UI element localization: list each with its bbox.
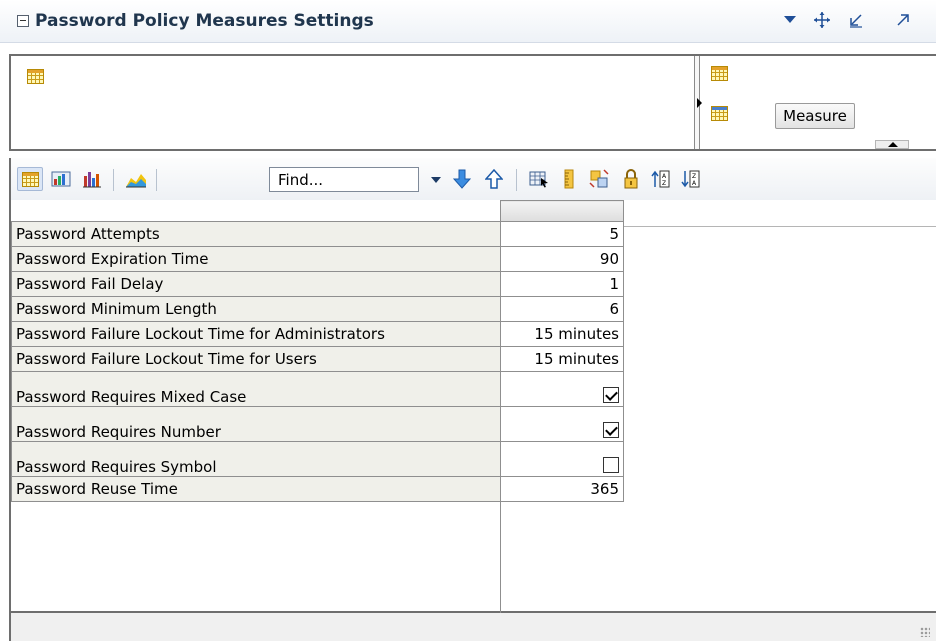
minimize-icon[interactable] xyxy=(846,10,866,30)
symbol-checkbox[interactable] xyxy=(603,457,619,473)
table-header-row xyxy=(11,200,624,222)
find-next-button[interactable] xyxy=(449,167,475,191)
panel-header: Password Policy Measures Settings xyxy=(0,0,936,43)
panel-menu-chevron-down-icon[interactable] xyxy=(780,10,800,30)
chart-table-icon xyxy=(51,171,71,187)
table-row: Password Attempts 5 xyxy=(11,221,624,247)
row-label[interactable]: Password Requires Mixed Case xyxy=(11,371,501,407)
chart-table-view-button[interactable] xyxy=(48,167,74,191)
table-row: Password Requires Number xyxy=(11,406,624,442)
sort-descending-icon: Z A xyxy=(681,170,700,188)
page-edge-grid-icon xyxy=(27,69,44,84)
column-divider xyxy=(500,200,501,613)
arrow-up-icon xyxy=(485,169,503,189)
toolbar-separator xyxy=(156,169,157,191)
ruler-icon xyxy=(564,169,574,189)
row-value[interactable]: 6 xyxy=(500,296,624,322)
table-row: Password Failure Lockout Time for Admini… xyxy=(11,321,624,347)
row-label[interactable]: Password Minimum Length xyxy=(11,296,501,322)
expand-arrow-icon[interactable] xyxy=(697,98,702,108)
row-label[interactable]: Password Reuse Time xyxy=(11,476,501,502)
sort-descending-button[interactable]: Z A xyxy=(678,167,704,191)
column-header-cell[interactable] xyxy=(500,200,624,222)
sort-ascending-icon: A Z xyxy=(651,170,670,188)
measure-button[interactable]: Measure xyxy=(775,103,855,129)
row-value xyxy=(500,371,624,407)
arrow-down-icon xyxy=(453,169,471,189)
view-toolbar: A Z Z A xyxy=(9,158,936,200)
header-rule xyxy=(624,226,936,227)
toolbar-separator xyxy=(113,169,114,191)
toolbar-separator xyxy=(516,169,517,191)
swap-icon xyxy=(589,169,609,188)
table-view-button[interactable] xyxy=(17,167,43,191)
area-chart-button[interactable] xyxy=(123,167,149,191)
table-view-icon xyxy=(21,171,39,187)
table-row: Password Minimum Length 6 xyxy=(11,296,624,322)
find-previous-button[interactable] xyxy=(481,167,507,191)
lock-icon xyxy=(624,169,638,189)
password-policy-panel: Password Policy Measures Settings Measur… xyxy=(0,0,936,641)
row-value[interactable]: 1 xyxy=(500,271,624,297)
row-label[interactable]: Password Attempts xyxy=(11,221,501,247)
swap-layout-button[interactable] xyxy=(586,167,612,191)
table-row: Password Expiration Time 90 xyxy=(11,246,624,272)
chart-view-button[interactable] xyxy=(79,167,105,191)
row-value[interactable]: 15 minutes xyxy=(500,346,624,372)
row-label[interactable]: Password Failure Lockout Time for Users xyxy=(11,346,501,372)
panel-footer xyxy=(9,613,936,641)
table-row: Password Requires Mixed Case xyxy=(11,371,624,407)
row-value[interactable]: 5 xyxy=(500,221,624,247)
row-value[interactable]: 90 xyxy=(500,246,624,272)
table-row: Password Fail Delay 1 xyxy=(11,271,624,297)
row-label[interactable]: Password Requires Number xyxy=(11,406,501,442)
area-chart-icon xyxy=(126,174,146,188)
freeze-lock-button[interactable] xyxy=(618,167,644,191)
row-value xyxy=(500,406,624,442)
sort-ascending-button[interactable]: A Z xyxy=(648,167,674,191)
table-row: Password Reuse Time 365 xyxy=(11,476,624,502)
row-value xyxy=(500,441,624,477)
row-label[interactable]: Password Requires Symbol xyxy=(11,441,501,477)
row-label[interactable]: Password Failure Lockout Time for Admini… xyxy=(11,321,501,347)
svg-text:Z: Z xyxy=(662,180,666,187)
ruler-button[interactable] xyxy=(556,167,582,191)
maximize-icon[interactable] xyxy=(893,10,913,30)
select-cells-button[interactable] xyxy=(526,167,552,191)
measures-table-area: Password Attempts 5 Password Expiration … xyxy=(9,200,936,613)
row-edge-grid-icon xyxy=(711,106,728,121)
resize-grip-icon[interactable] xyxy=(920,627,930,637)
row-label[interactable]: Password Fail Delay xyxy=(11,271,501,297)
panel-title: Password Policy Measures Settings xyxy=(35,11,374,31)
find-options-chevron-down-icon[interactable] xyxy=(431,177,441,183)
header-corner-cell xyxy=(11,200,501,222)
select-cells-icon xyxy=(529,171,548,188)
row-label[interactable]: Password Expiration Time xyxy=(11,246,501,272)
scroll-up-button[interactable] xyxy=(875,140,909,149)
measures-table: Password Attempts 5 Password Expiration … xyxy=(11,200,624,502)
bar-chart-icon xyxy=(83,172,101,188)
table-row: Password Requires Symbol xyxy=(11,441,624,477)
collapse-icon[interactable] xyxy=(17,15,29,27)
number-checkbox[interactable] xyxy=(603,422,619,438)
find-input[interactable] xyxy=(269,167,419,192)
table-row: Password Failure Lockout Time for Users … xyxy=(11,346,624,372)
move-icon[interactable] xyxy=(812,10,832,30)
svg-text:Z: Z xyxy=(692,173,696,180)
mixed-case-checkbox[interactable] xyxy=(603,387,619,403)
row-value[interactable]: 15 minutes xyxy=(500,321,624,347)
pivot-drop-zones: Measure xyxy=(9,54,936,151)
column-edge-grid-icon xyxy=(711,66,728,81)
row-value[interactable]: 365 xyxy=(500,476,624,502)
